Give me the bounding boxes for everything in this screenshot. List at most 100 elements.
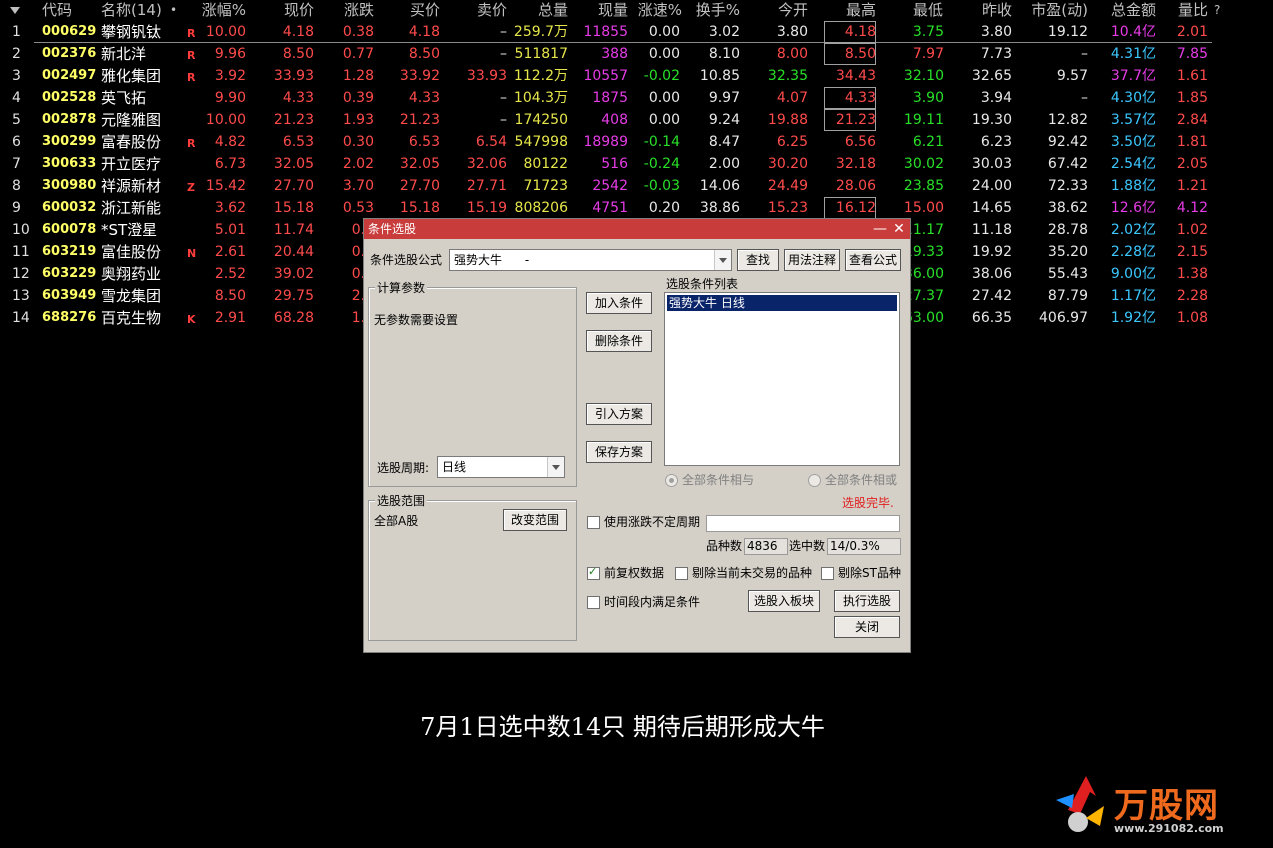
col-volume[interactable]: 总量 <box>524 0 568 20</box>
save-scheme-button[interactable]: 保存方案 <box>586 441 652 463</box>
close-button[interactable]: 关闭 <box>834 616 900 638</box>
cell-hs: 8.47 <box>708 134 740 150</box>
cell-zf: 5.01 <box>214 222 246 238</box>
cell-zs2: 19.30 <box>971 112 1012 128</box>
period-select[interactable]: 日线 <box>437 456 565 478</box>
adjusted-label: 前复权数据 <box>604 566 665 580</box>
view-formula-button[interactable]: 查看公式 <box>845 249 901 271</box>
cell-zd: 0.53 <box>342 200 374 216</box>
cell-zg: 8.50 <box>824 43 876 65</box>
cell-zd: 2.02 <box>342 156 374 172</box>
cell-syl: 28.78 <box>1047 222 1088 238</box>
to-block-button[interactable]: 选股入板块 <box>748 590 820 612</box>
delete-condition-button[interactable]: 删除条件 <box>586 330 652 352</box>
col-turnover[interactable]: 换手% <box>684 0 740 20</box>
table-row[interactable]: 8 300980 祥源新材 Z 15.42 27.70 3.70 27.70 27.71 7172… <box>0 175 1273 197</box>
cell-je: 4.31亿 <box>1110 46 1156 62</box>
usage-notes-button[interactable]: 用法注释 <box>784 249 840 271</box>
cell-syl: 35.20 <box>1047 244 1088 260</box>
cell-zg: 34.43 <box>835 68 876 84</box>
cell-lb: 2.15 <box>1176 244 1208 260</box>
selected-label: 选中数 <box>789 539 826 553</box>
cell-syl: 406.97 <box>1039 310 1088 326</box>
cell-syl: 92.42 <box>1047 134 1088 150</box>
condition-stock-picker-dialog: 条件选股 — ✕ 条件选股公式 强势大牛 - 查找 用法注释 查看公式 计算参数… <box>363 218 911 653</box>
col-vol-ratio[interactable]: 量比 <box>1164 0 1208 20</box>
exclude-st-checkbox[interactable] <box>821 567 834 580</box>
dialog-title-bar[interactable]: 条件选股 — ✕ <box>364 219 910 239</box>
cell-zf: 3.62 <box>214 200 246 216</box>
col-prev-close[interactable]: 昨收 <box>968 0 1012 20</box>
col-speed[interactable]: 涨速% <box>626 0 682 20</box>
sort-down-icon[interactable] <box>10 7 20 14</box>
import-scheme-button[interactable]: 引入方案 <box>586 403 652 425</box>
minimize-icon[interactable]: — <box>872 219 888 239</box>
col-open[interactable]: 今开 <box>764 0 808 20</box>
status-text: 选股完毕. <box>842 496 894 510</box>
col-flag[interactable]: • <box>170 0 177 20</box>
cell-syl: – <box>1081 90 1088 106</box>
cell-xj: 27.70 <box>273 178 314 194</box>
cell-mjs: – <box>500 90 507 106</box>
cell-zs2: 3.80 <box>980 24 1012 40</box>
col-code[interactable]: 代码 <box>42 0 72 20</box>
col-low[interactable]: 最低 <box>899 0 943 20</box>
close-icon[interactable]: ✕ <box>891 219 907 239</box>
table-row[interactable]: 6 300299 富春股份 R 4.82 6.53 0.30 6.53 6.54 547998 18… <box>0 131 1273 153</box>
radio-and[interactable] <box>665 474 678 487</box>
col-change-pct[interactable]: 涨幅% <box>196 0 246 20</box>
condition-list-item[interactable]: 强势大牛 日线 <box>667 295 897 311</box>
col-name[interactable]: 名称(14) <box>101 0 162 20</box>
exclude-untraded-label: 剔除当前未交易的品种 <box>692 566 813 580</box>
col-pe[interactable]: 市盈(动) <box>1020 0 1088 20</box>
table-row[interactable]: 7 300633 开立医疗 6.73 32.05 2.02 32.05 32.06 80122 5… <box>0 153 1273 175</box>
timespan-checkbox[interactable] <box>587 596 600 609</box>
cell-zg: 16.12 <box>824 197 876 219</box>
exclude-untraded-checkbox[interactable] <box>675 567 688 580</box>
table-row[interactable]: 1 000629 攀钢钒钛 R 10.00 4.18 0.38 4.18–259.7万 1185… <box>0 21 1273 43</box>
table-row[interactable]: 9 600032 浙江新能 3.62 15.18 0.53 15.18 15.19 808206… <box>0 197 1273 219</box>
adjusted-checkbox[interactable] <box>587 565 600 580</box>
cell-zd: 3.70 <box>342 178 374 194</box>
row-index: 10 <box>12 222 30 238</box>
range-group: 选股范围 全部A股 改变范围 <box>368 493 577 641</box>
table-row[interactable]: 5 002878 元隆雅图 10.00 21.23 1.93 21.23 –174250 408… <box>0 109 1273 131</box>
row-index: 6 <box>12 134 21 150</box>
col-bid[interactable]: 买价 <box>396 0 440 20</box>
col-high[interactable]: 最高 <box>832 0 876 20</box>
radio-or-label: 全部条件相或 <box>825 473 898 487</box>
cell-zf: 9.96 <box>214 46 246 62</box>
table-row[interactable]: 3 002497 雅化集团 R 3.92 33.93 1.28 33.92 33.93 112.2… <box>0 65 1273 87</box>
execute-button[interactable]: 执行选股 <box>834 590 900 612</box>
stock-code: 600078 <box>42 222 97 237</box>
chevron-down-icon[interactable] <box>714 250 731 270</box>
col-ask[interactable]: 卖价 <box>463 0 507 20</box>
cell-je: 10.4亿 <box>1110 24 1156 40</box>
selected-value: 14/0.3% <box>827 538 901 555</box>
use-period-checkbox[interactable] <box>587 516 600 529</box>
cell-zl: 71723 <box>523 178 568 194</box>
chevron-down-icon[interactable] <box>547 457 564 477</box>
row-index: 8 <box>12 178 21 194</box>
cell-je: 4.30亿 <box>1110 90 1156 106</box>
change-range-button[interactable]: 改变范围 <box>503 509 567 531</box>
cell-mj: 15.18 <box>399 200 440 216</box>
add-condition-button[interactable]: 加入条件 <box>586 292 652 314</box>
find-button[interactable]: 查找 <box>737 249 779 271</box>
table-row[interactable]: 2 002376 新北洋 R 9.96 8.50 0.77 8.50–511817 388 0.0… <box>0 43 1273 65</box>
cell-zs2: 6.23 <box>980 134 1012 150</box>
formula-select[interactable]: 强势大牛 - <box>449 249 732 271</box>
condition-list[interactable]: 强势大牛 日线 <box>664 292 900 466</box>
col-cur-volume[interactable]: 现量 <box>584 0 628 20</box>
help-icon[interactable]: ? <box>1214 0 1220 20</box>
period-field[interactable] <box>706 515 900 532</box>
table-row[interactable]: 4 002528 英飞拓 9.90 4.33 0.39 4.33–104.3万 1875 0.0… <box>0 87 1273 109</box>
radio-or[interactable] <box>808 474 821 487</box>
cell-zf: 2.61 <box>214 244 246 260</box>
cell-zf: 15.42 <box>205 178 246 194</box>
formula-label: 条件选股公式 <box>370 253 443 267</box>
col-price[interactable]: 现价 <box>270 0 314 20</box>
col-change[interactable]: 涨跌 <box>330 0 374 20</box>
cell-mj: 21.23 <box>399 112 440 128</box>
col-amount[interactable]: 总金额 <box>1096 0 1156 20</box>
